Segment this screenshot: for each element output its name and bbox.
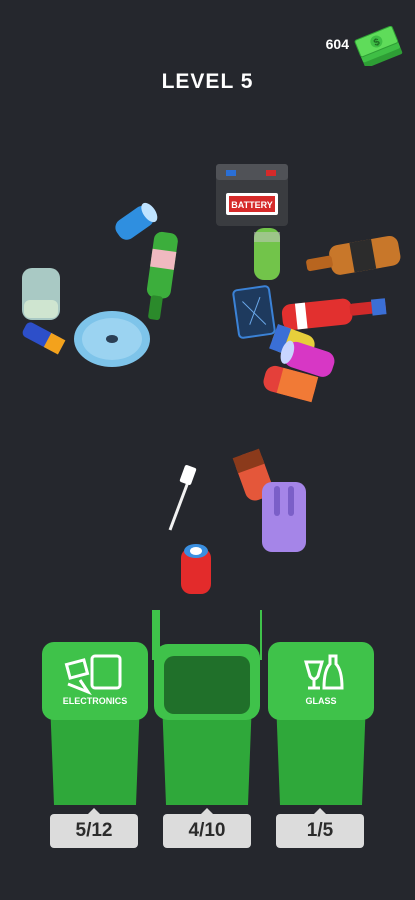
cd-disc-item[interactable] xyxy=(74,311,150,367)
red-bottle-item[interactable] xyxy=(281,294,387,331)
battery-label: BATTERY xyxy=(231,200,273,210)
bin-body xyxy=(152,610,268,805)
battery-cell-item[interactable] xyxy=(21,321,66,355)
electronics-counter: 5/12 xyxy=(50,808,138,848)
green-bottle-item[interactable] xyxy=(143,231,179,321)
green-can-item[interactable] xyxy=(254,228,280,280)
toaster-item[interactable] xyxy=(262,482,306,552)
car-battery-item[interactable]: BATTERY xyxy=(216,164,288,226)
open-bin-counter: 4/10 xyxy=(163,808,251,848)
phone-item[interactable] xyxy=(232,285,276,339)
bin-electronics[interactable]: ELECTRONICS xyxy=(40,600,150,810)
bin-label: ELECTRONICS xyxy=(62,696,128,706)
red-can-item[interactable] xyxy=(181,544,211,594)
bin-label: GLASS xyxy=(305,696,337,706)
glass-counter: 1/5 xyxy=(276,808,364,848)
brown-bottle-item[interactable] xyxy=(304,235,402,281)
bin-glass[interactable]: GLASS xyxy=(266,600,376,810)
glass-jar-item[interactable] xyxy=(22,268,60,320)
charger-cable-item[interactable] xyxy=(168,464,197,531)
blue-can-item[interactable] xyxy=(112,200,161,243)
bin-open[interactable] xyxy=(152,600,268,810)
